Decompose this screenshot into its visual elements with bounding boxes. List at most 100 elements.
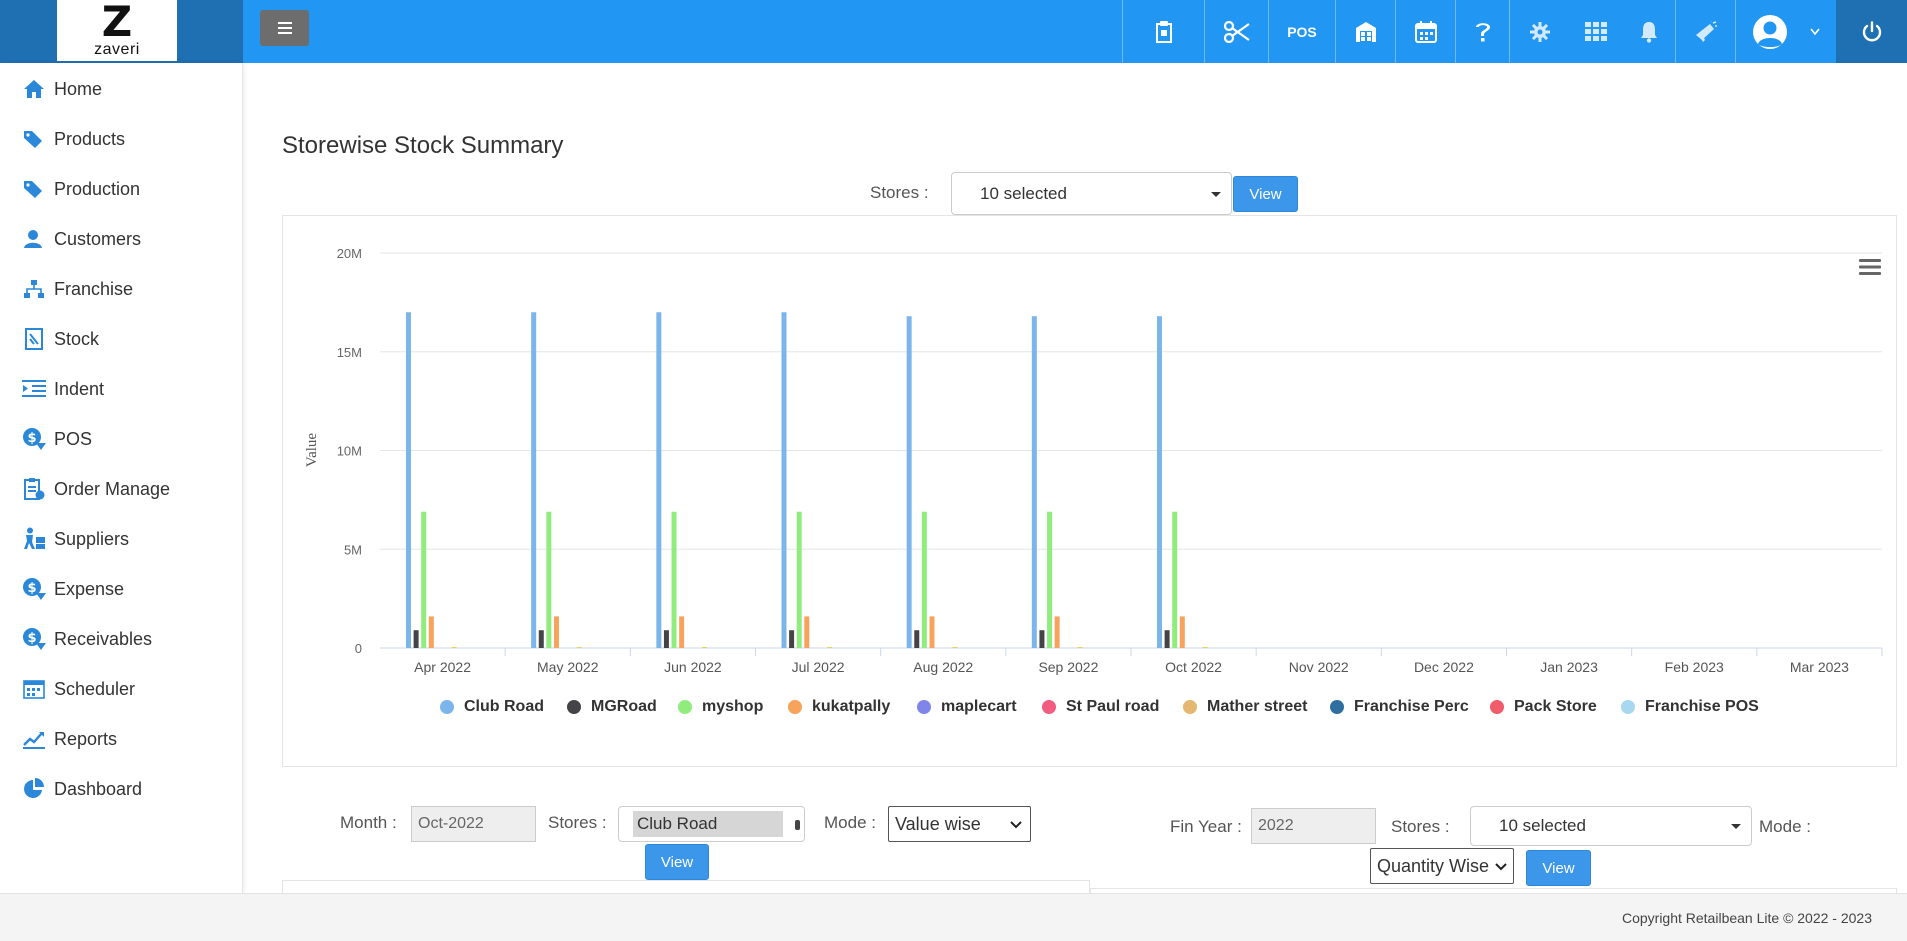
- x-tick-label: Jul 2022: [792, 659, 845, 675]
- x-tick-label: Jun 2022: [664, 659, 722, 675]
- legend-marker: [1183, 700, 1197, 714]
- legend-item[interactable]: Franchise Perc: [1330, 698, 1469, 716]
- legend-item[interactable]: Mather street: [1183, 698, 1307, 716]
- mode-label-right: Mode :: [1759, 817, 1811, 836]
- caret-down-icon: [1731, 824, 1741, 829]
- chart-bar: [1054, 616, 1060, 648]
- chart-bar: [656, 312, 662, 648]
- stores-select-left[interactable]: Club Road: [618, 806, 805, 842]
- x-tick-label: Mar 2023: [1790, 659, 1849, 675]
- legend-item[interactable]: St Paul road: [1042, 698, 1159, 716]
- chart-bar: [451, 647, 457, 649]
- monthly-panel: [282, 880, 1090, 893]
- chart-bar: [1164, 630, 1170, 648]
- scroll-handle[interactable]: [795, 820, 800, 830]
- legend-item[interactable]: myshop: [678, 698, 763, 716]
- chart-bar: [663, 630, 669, 648]
- y-tick-label: 0: [355, 641, 362, 656]
- chart-bar: [1179, 616, 1185, 648]
- chart-bar: [421, 511, 427, 648]
- stores-label-right: Stores :: [1391, 817, 1450, 836]
- mode-select-right-value: Quantity Wise: [1377, 855, 1490, 876]
- chart-bar: [531, 312, 537, 648]
- legend-item[interactable]: MGRoad: [567, 698, 657, 716]
- legend-label: Pack Store: [1514, 698, 1597, 715]
- chart-bar: [428, 616, 434, 648]
- chart-bar: [701, 647, 707, 649]
- legend-marker: [788, 700, 802, 714]
- footer: Copyright Retailbean Lite © 2022 - 2023: [0, 893, 1907, 941]
- chart-context-menu-button[interactable]: [1859, 258, 1881, 276]
- stores-label-left: Stores :: [548, 813, 607, 832]
- legend-item[interactable]: kukatpally: [788, 698, 890, 716]
- chart-bar: [1031, 316, 1037, 648]
- chart-bar: [952, 647, 958, 649]
- y-tick-label: 5M: [344, 542, 362, 557]
- legend-marker: [1490, 700, 1504, 714]
- chart-bar: [789, 630, 795, 648]
- month-input-value: Oct-2022: [418, 815, 484, 832]
- x-tick-label: Jan 2023: [1540, 659, 1598, 675]
- chevron-down-icon: [1495, 863, 1507, 871]
- legend-item[interactable]: maplecart: [917, 698, 1017, 716]
- x-tick-label: Nov 2022: [1289, 659, 1349, 675]
- view-button-right[interactable]: View: [1526, 850, 1591, 886]
- chart-bar: [406, 312, 411, 648]
- legend-label: Club Road: [464, 698, 544, 715]
- chart-bar: [553, 616, 559, 648]
- legend-marker: [917, 700, 931, 714]
- stores-select-left-value: Club Road: [633, 811, 783, 837]
- mode-label-left: Mode :: [824, 813, 876, 832]
- legend-item[interactable]: Franchise POS: [1621, 698, 1759, 716]
- legend-label: myshop: [702, 698, 764, 715]
- legend-label: Franchise POS: [1645, 698, 1759, 715]
- x-tick-label: May 2022: [537, 659, 599, 675]
- stock-summary-chart: 0 5M 10M 15M 20M Value Apr 2022 May 2022 Jun 202…: [304, 246, 1883, 675]
- month-input[interactable]: Oct-2022: [411, 806, 536, 842]
- chevron-down-icon: [1010, 821, 1022, 829]
- chart-bar: [827, 647, 833, 649]
- x-tick-label: Apr 2022: [414, 659, 471, 675]
- view-button-left[interactable]: View: [645, 844, 709, 880]
- chart-bar: [796, 511, 802, 648]
- legend-marker: [1042, 700, 1056, 714]
- chart-bar: [1039, 630, 1045, 648]
- legend-label: Mather street: [1207, 698, 1308, 715]
- legend-marker: [678, 700, 692, 714]
- chart-bar: [906, 316, 912, 648]
- finyear-input[interactable]: 2022: [1251, 808, 1376, 844]
- finyear-input-value: 2022: [1258, 817, 1294, 834]
- chart-bar: [1047, 511, 1053, 648]
- legend-label: kukatpally: [812, 698, 891, 715]
- y-tick-label: 20M: [337, 246, 362, 261]
- chart-bar: [538, 630, 544, 648]
- chart-bar: [546, 511, 552, 648]
- legend-marker: [1621, 700, 1635, 714]
- legend-label: MGRoad: [591, 698, 657, 715]
- chart-bar: [413, 630, 419, 648]
- chart-bar: [929, 616, 935, 648]
- chart-bar: [781, 312, 787, 648]
- mode-select-left[interactable]: Value wise: [888, 806, 1031, 842]
- chart-bar: [576, 647, 582, 649]
- legend-item[interactable]: Club Road: [440, 698, 544, 716]
- chart-bar: [1172, 511, 1178, 648]
- x-tick-label: Oct 2022: [1165, 659, 1222, 675]
- x-tick-label: Aug 2022: [913, 659, 973, 675]
- chart-bar: [671, 511, 677, 648]
- finyear-label: Fin Year :: [1170, 817, 1242, 836]
- month-label: Month :: [340, 813, 397, 832]
- chart-bar: [1157, 316, 1162, 648]
- x-tick-label: Sep 2022: [1038, 659, 1098, 675]
- legend-label: maplecart: [941, 698, 1017, 715]
- mode-select-right[interactable]: Quantity Wise: [1370, 848, 1514, 884]
- hamburger-icon: [1859, 259, 1881, 275]
- chart-bar: [679, 616, 685, 648]
- legend-marker: [440, 700, 454, 714]
- y-tick-label: 10M: [337, 444, 362, 459]
- mode-select-left-value: Value wise: [895, 813, 981, 834]
- y-tick-label: 15M: [337, 345, 362, 360]
- stores-select-right[interactable]: 10 selected: [1470, 806, 1752, 846]
- legend-item[interactable]: Pack Store: [1490, 698, 1597, 716]
- copyright-text: Copyright Retailbean Lite © 2022 - 2023: [1621, 910, 1872, 926]
